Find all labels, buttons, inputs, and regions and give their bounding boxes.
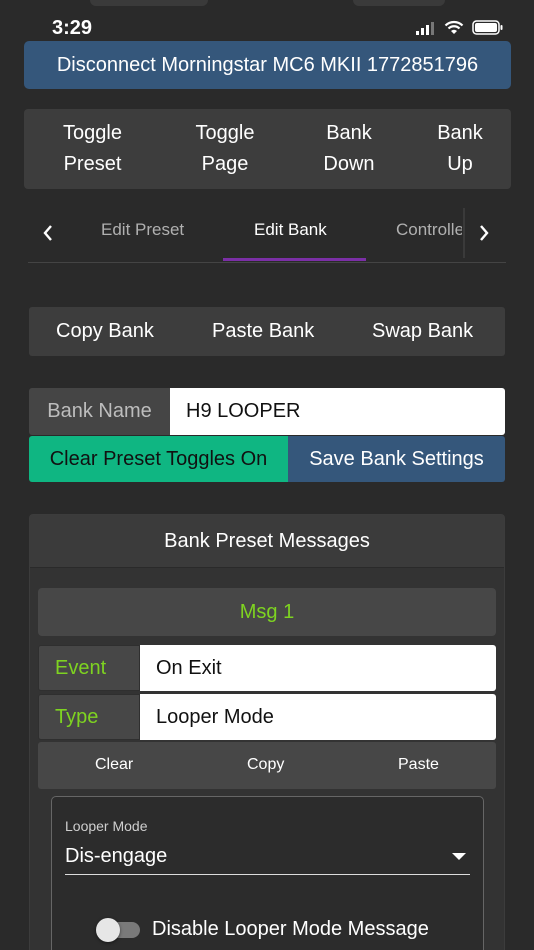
message-title-label: Msg 1 [239, 600, 295, 623]
wifi-icon [444, 20, 464, 34]
looper-mode-label: Looper Mode [65, 818, 148, 834]
tab-divider [463, 208, 465, 258]
toggle-page-label-line2: Page [201, 153, 249, 175]
bank-up-label-line1: Bank [437, 122, 483, 144]
signal-icon [416, 21, 434, 35]
toggle-preset-label-line1: Toggle [63, 122, 122, 144]
control-buttons: Toggle Preset Toggle Page Bank Down Bank… [24, 109, 511, 189]
bank-name-row: Bank Name H9 LOOPER [29, 388, 505, 435]
bank-actions: Copy Bank Paste Bank Swap Bank [29, 307, 505, 356]
clear-message-button[interactable]: Clear [95, 756, 133, 774]
looper-mode-select[interactable]: Dis-engage [65, 841, 470, 875]
dropdown-arrow-icon [452, 853, 466, 860]
message-actions: Clear Copy Paste [38, 742, 496, 789]
swap-bank-button[interactable]: Swap Bank [372, 320, 473, 343]
bank-down-label-line2: Down [323, 153, 375, 175]
battery-icon [472, 20, 503, 35]
type-label: Type [38, 694, 140, 740]
save-bank-settings-label: Save Bank Settings [309, 447, 484, 470]
status-time: 3:29 [52, 17, 93, 39]
clear-preset-toggles-button[interactable]: Clear Preset Toggles On [29, 436, 288, 482]
bank-down-button[interactable]: Bank Down [289, 109, 409, 189]
status-bar: 3:29 [0, 0, 534, 44]
looper-mode-value: Dis-engage [65, 845, 168, 867]
tab-controller[interactable]: Controlle [396, 220, 462, 240]
bank-up-label-line2: Up [447, 153, 473, 175]
event-select[interactable]: On Exit [140, 645, 496, 691]
bank-settings-actions: Clear Preset Toggles On Save Bank Settin… [29, 436, 505, 482]
status-icons [416, 20, 504, 35]
copy-message-button[interactable]: Copy [247, 756, 284, 774]
toggle-preset-label-line2: Preset [63, 153, 122, 175]
switch-thumb [96, 918, 120, 942]
tab-edit-bank[interactable]: Edit Bank [254, 220, 327, 240]
copy-bank-button[interactable]: Copy Bank [56, 320, 154, 343]
active-tab-indicator [223, 258, 366, 261]
chevron-right-icon[interactable] [478, 224, 490, 242]
toggle-preset-button[interactable]: Toggle Preset [24, 109, 161, 189]
paste-message-button[interactable]: Paste [398, 756, 439, 774]
top-edge-shape [353, 0, 445, 6]
top-edge-shape [90, 0, 208, 6]
paste-bank-button[interactable]: Paste Bank [212, 320, 314, 343]
disable-looper-switch[interactable] [96, 917, 142, 942]
tab-edit-preset[interactable]: Edit Preset [101, 220, 184, 240]
bank-name-input[interactable]: H9 LOOPER [170, 388, 505, 435]
message-title[interactable]: Msg 1 [38, 588, 496, 636]
bank-up-button[interactable]: Bank Up [409, 109, 511, 189]
disconnect-label: Disconnect Morningstar MC6 MKII 17728517… [56, 53, 479, 76]
event-row: Event On Exit [38, 645, 496, 691]
type-select[interactable]: Looper Mode [140, 694, 496, 740]
clear-preset-toggles-label: Clear Preset Toggles On [49, 447, 268, 470]
event-label: Event [38, 645, 140, 691]
bank-name-label: Bank Name [29, 388, 170, 435]
type-row: Type Looper Mode [38, 694, 496, 740]
toggle-page-label-line1: Toggle [195, 122, 255, 144]
messages-header-title: Bank Preset Messages [164, 529, 370, 552]
looper-mode-card: Looper Mode Dis-engage Disable Looper Mo… [51, 796, 484, 950]
disable-looper-label: Disable Looper Mode Message [152, 918, 429, 940]
disconnect-button[interactable]: Disconnect Morningstar MC6 MKII 17728517… [24, 41, 511, 89]
chevron-left-icon[interactable] [42, 224, 54, 242]
bank-down-label-line1: Bank [326, 122, 372, 144]
tab-bar: Edit Preset Edit Bank Controlle [28, 208, 506, 263]
messages-header[interactable]: Bank Preset Messages [30, 515, 504, 568]
toggle-page-button[interactable]: Toggle Page [161, 109, 289, 189]
save-bank-settings-button[interactable]: Save Bank Settings [288, 436, 505, 482]
